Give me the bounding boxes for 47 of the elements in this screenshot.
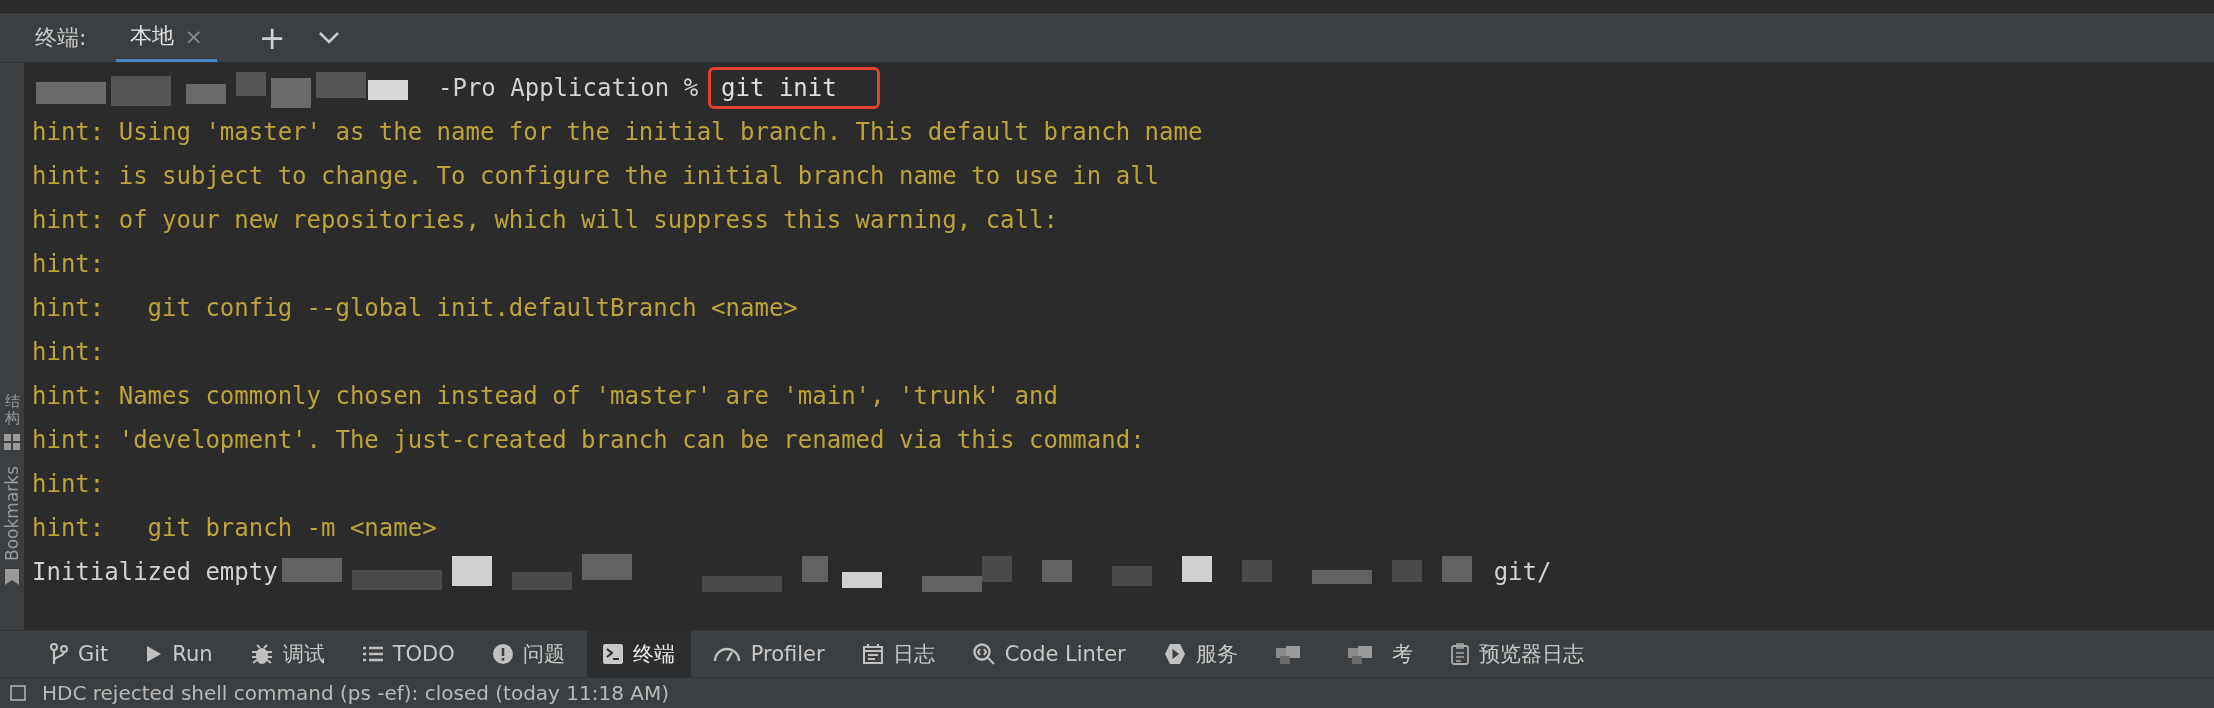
tool-window-button[interactable]: 调试: [234, 630, 341, 678]
bug-icon: [250, 643, 273, 665]
hint-line: hint: of your new repositories, which will suppress this warning, call:: [32, 206, 1058, 234]
chevron-down-icon[interactable]: [317, 30, 340, 45]
tool-window-title: 终端:: [35, 23, 87, 52]
hint-line: hint:: [32, 338, 105, 366]
tool-window-button[interactable]: 终端: [586, 630, 691, 678]
hint-line: hint:: [32, 250, 105, 278]
calendar-icon: [862, 644, 883, 664]
play-icon: [146, 645, 163, 663]
tool-window-button[interactable]: 预览器日志: [1434, 630, 1600, 678]
terminal-tab[interactable]: 本地 ×: [116, 13, 217, 62]
bookmark-icon: [5, 569, 19, 585]
status-message: HDC rejected shell command (ps -ef): closed (today 11:18 AM): [42, 681, 670, 705]
tool-window-button[interactable]: Run: [130, 630, 229, 678]
tool-window-button[interactable]: TODO: [346, 630, 471, 678]
terminal-icon: [602, 644, 623, 664]
tool-window-button[interactable]: Git: [34, 630, 125, 678]
tool-window-button[interactable]: Code Linter: [956, 630, 1142, 678]
output-text: git/: [1493, 558, 1552, 586]
tool-window-button[interactable]: 服务: [1147, 630, 1254, 678]
output-text: Initialized empty: [32, 558, 278, 586]
branch-icon: [50, 643, 68, 665]
structure-icon: [4, 434, 20, 450]
square-icon: [10, 685, 26, 701]
list-icon: [362, 646, 383, 662]
hint-line: hint: Using 'master' as the name for the initial branch. This default branch name: [32, 118, 1203, 146]
prompt-text: -Pro Application %: [438, 74, 699, 102]
hint-line: hint: git branch -m <name>: [32, 514, 437, 542]
tool-window-button[interactable]: 考: [1331, 630, 1429, 678]
hint-line: hint: 'development'. The just-created branch can be renamed via this command:: [32, 426, 1145, 454]
hint-line: hint: is subject to change. To configure the initial branch name to use in all: [32, 162, 1160, 190]
service-icon: [1163, 643, 1186, 665]
document-icon: [1450, 643, 1469, 665]
new-tab-button[interactable]: +: [252, 21, 292, 54]
command-text: git init: [708, 67, 880, 109]
gauge-icon: [712, 646, 741, 662]
alert-icon: [492, 644, 513, 664]
bookmarks-tab[interactable]: Bookmarks: [2, 466, 22, 561]
structure-tab[interactable]: 结构: [4, 393, 20, 426]
tool-window-button[interactable]: Profiler: [696, 630, 841, 678]
hint-line: hint: Names commonly chosen instead of 'master' are 'main', 'trunk' and: [32, 382, 1058, 410]
tool-window-button[interactable]: 日志: [846, 630, 951, 678]
search-code-icon: [972, 643, 995, 665]
hint-line: hint:: [32, 470, 105, 498]
hint-line: hint: git config --global init.defaultBranch <name>: [32, 294, 798, 322]
tool-window-button[interactable]: 问题: [476, 630, 581, 678]
